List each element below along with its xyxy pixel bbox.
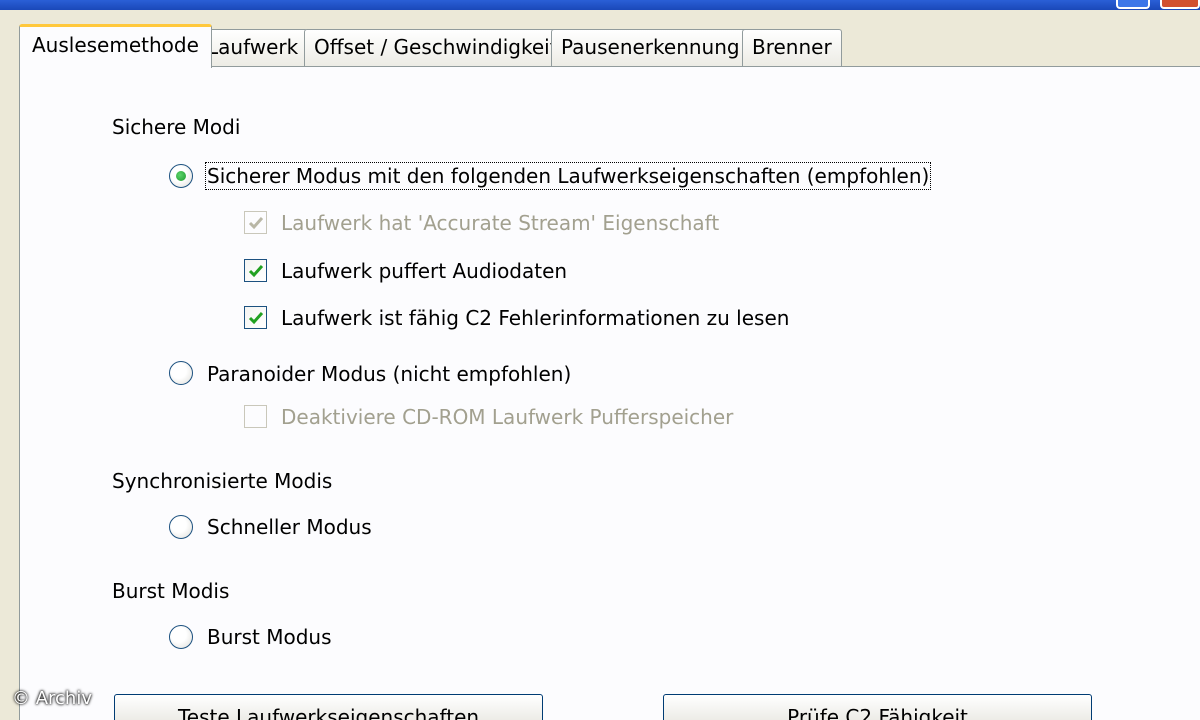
burst-mode-label[interactable]: Burst Modus — [207, 625, 332, 649]
tab-label: Pausenerkennung — [561, 35, 740, 59]
check-c2-button[interactable]: Prüfe C2 Fähigkeit — [663, 694, 1092, 720]
tab-pausenerkennung[interactable]: Pausenerkennung — [551, 29, 750, 67]
secure-mode-label[interactable]: Sicherer Modus mit den folgenden Laufwer… — [204, 162, 932, 190]
c2-capable-label[interactable]: Laufwerk ist fähig C2 Fehlerinformatione… — [281, 306, 789, 330]
tab-auslesemethode[interactable]: Auslesemethode — [19, 24, 212, 68]
checkmark-icon — [248, 312, 264, 325]
c2-capable-checkbox[interactable] — [244, 306, 267, 329]
paranoid-mode-label[interactable]: Paranoider Modus (nicht empfohlen) — [207, 362, 571, 386]
tab-label: Laufwerk — [207, 35, 299, 59]
checkmark-icon — [248, 265, 264, 278]
paranoid-mode-radio[interactable] — [169, 361, 193, 385]
copyright-watermark: © Archiv — [12, 688, 92, 709]
tab-brenner[interactable]: Brenner — [742, 29, 842, 67]
fast-mode-label[interactable]: Schneller Modus — [207, 515, 372, 539]
tab-laufwerk[interactable]: Laufwerk — [197, 29, 309, 67]
radio-selected-dot — [176, 171, 186, 181]
disable-cache-checkbox — [244, 405, 267, 428]
tab-label: Brenner — [752, 35, 832, 59]
group-label-secure: Sichere Modi — [112, 115, 241, 139]
burst-mode-radio[interactable] — [169, 625, 193, 649]
checkmark-icon — [248, 217, 264, 230]
tab-label: Auslesemethode — [32, 33, 199, 57]
close-button[interactable] — [1160, 0, 1200, 9]
caches-audio-label[interactable]: Laufwerk puffert Audiodaten — [281, 259, 567, 283]
accurate-stream-checkbox — [244, 211, 267, 234]
group-label-burst: Burst Modis — [112, 579, 230, 603]
secure-mode-radio[interactable] — [169, 164, 193, 188]
maximize-button[interactable] — [1116, 0, 1150, 9]
fast-mode-radio[interactable] — [169, 515, 193, 539]
group-label-sync: Synchronisierte Modis — [112, 469, 333, 493]
disable-cache-label: Deaktiviere CD-ROM Laufwerk Pufferspeich… — [281, 405, 734, 429]
test-drive-features-button[interactable]: Teste Laufwerkseigenschaften — [114, 694, 543, 720]
tab-label: Offset / Geschwindigkeit — [314, 35, 558, 59]
caches-audio-checkbox[interactable] — [244, 259, 267, 282]
tab-offset-geschwindigkeit[interactable]: Offset / Geschwindigkeit — [304, 29, 568, 67]
window-titlebar — [0, 0, 1200, 10]
accurate-stream-label: Laufwerk hat 'Accurate Stream' Eigenscha… — [281, 211, 720, 235]
